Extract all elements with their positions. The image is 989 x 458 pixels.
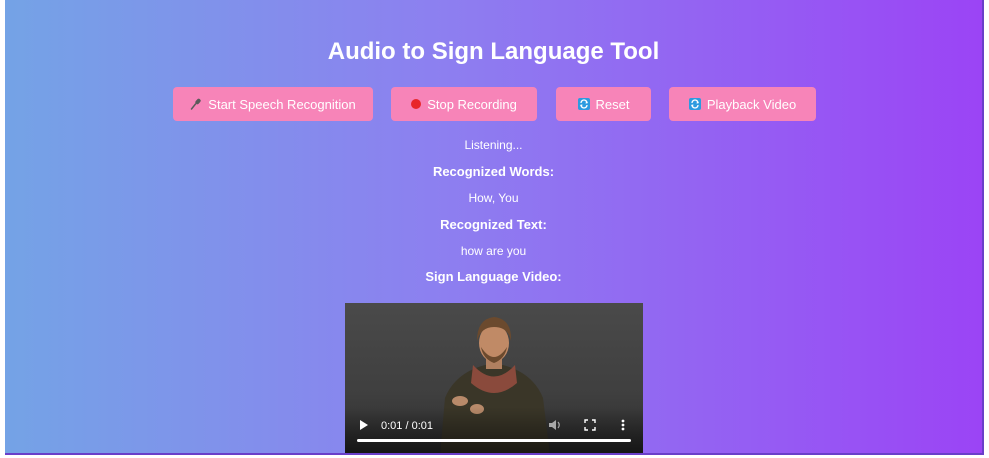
start-speech-recognition-button[interactable]: Start Speech Recognition xyxy=(173,87,373,121)
recognized-text-value: how are you xyxy=(460,244,527,258)
refresh-icon xyxy=(688,98,701,110)
status-text: Listening... xyxy=(464,138,523,152)
volume-icon[interactable] xyxy=(548,419,562,434)
refresh-icon xyxy=(577,98,590,110)
start-button-label: Start Speech Recognition xyxy=(208,96,356,112)
fullscreen-icon[interactable] xyxy=(584,419,596,434)
microphone-icon xyxy=(190,98,202,110)
page-title: Audio to Sign Language Tool xyxy=(327,38,660,65)
more-options-icon[interactable] xyxy=(621,419,625,434)
sign-language-video-player[interactable]: 0:01 / 0:01 xyxy=(345,303,643,453)
stop-recording-button[interactable]: Stop Recording xyxy=(391,87,537,121)
recognized-text-heading: Recognized Text: xyxy=(440,217,547,232)
recognized-words-heading: Recognized Words: xyxy=(432,164,555,179)
red-circle-icon xyxy=(411,99,422,109)
playback-button-label: Playback Video xyxy=(706,96,797,112)
stop-button-label: Stop Recording xyxy=(427,96,517,112)
sign-video-heading: Sign Language Video: xyxy=(425,269,562,284)
video-time: 0:01 / 0:01 xyxy=(381,420,433,432)
playback-video-button[interactable]: Playback Video xyxy=(669,87,816,121)
video-seek-bar[interactable] xyxy=(357,439,631,442)
reset-button[interactable]: Reset xyxy=(556,87,651,121)
video-controls: 0:01 / 0:01 xyxy=(345,407,643,453)
reset-button-label: Reset xyxy=(595,96,630,112)
play-icon[interactable] xyxy=(359,419,369,434)
recognized-words-value: How, You xyxy=(468,191,519,205)
app-background: Audio to Sign Language Tool Start Speech… xyxy=(5,0,984,455)
